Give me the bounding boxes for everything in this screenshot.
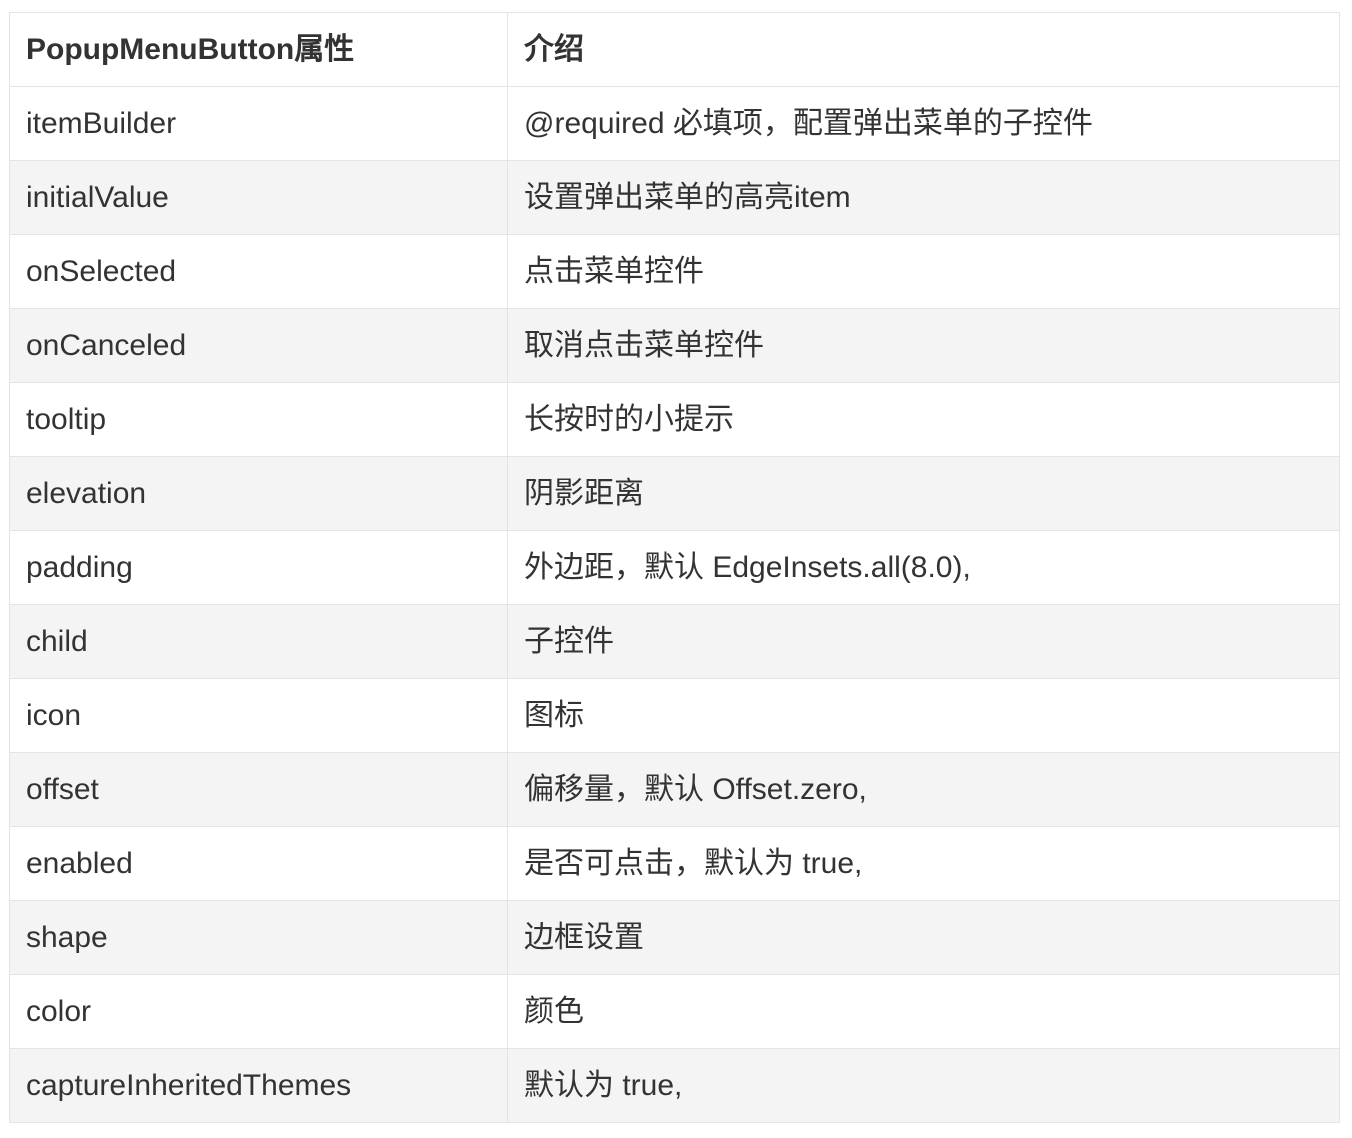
property-description: 长按时的小提示 <box>507 382 1340 457</box>
table-row: icon 图标 <box>9 678 1340 753</box>
property-name: icon <box>9 678 508 753</box>
property-description: 阴影距离 <box>507 456 1340 531</box>
table-row: child 子控件 <box>9 604 1340 679</box>
property-name: shape <box>9 900 508 975</box>
property-description: @required 必填项，配置弹出菜单的子控件 <box>507 86 1340 161</box>
property-name: onCanceled <box>9 308 508 383</box>
property-description: 点击菜单控件 <box>507 234 1340 309</box>
property-name: initialValue <box>9 160 508 235</box>
property-description: 偏移量，默认 Offset.zero, <box>507 752 1340 827</box>
table-row: offset 偏移量，默认 Offset.zero, <box>9 752 1340 827</box>
header-description: 介绍 <box>507 12 1340 87</box>
table-row: elevation 阴影距离 <box>9 456 1340 531</box>
table-row: tooltip 长按时的小提示 <box>9 382 1340 457</box>
table-row: onCanceled 取消点击菜单控件 <box>9 308 1340 383</box>
property-description: 设置弹出菜单的高亮item <box>507 160 1340 235</box>
property-name: tooltip <box>9 382 508 457</box>
table-row: initialValue 设置弹出菜单的高亮item <box>9 160 1340 235</box>
property-description: 默认为 true, <box>507 1048 1340 1123</box>
header-row: PopupMenuButton属性 介绍 <box>9 12 1340 87</box>
property-name: elevation <box>9 456 508 531</box>
properties-table-container: PopupMenuButton属性 介绍 itemBuilder @requir… <box>9 12 1340 1123</box>
table-row: color 颜色 <box>9 974 1340 1049</box>
property-description: 图标 <box>507 678 1340 753</box>
property-name: enabled <box>9 826 508 901</box>
property-name: onSelected <box>9 234 508 309</box>
property-description: 子控件 <box>507 604 1340 679</box>
property-name: padding <box>9 530 508 605</box>
table-row: onSelected 点击菜单控件 <box>9 234 1340 309</box>
table-row: padding 外边距，默认 EdgeInsets.all(8.0), <box>9 530 1340 605</box>
properties-table: PopupMenuButton属性 介绍 itemBuilder @requir… <box>9 12 1340 1123</box>
property-name: child <box>9 604 508 679</box>
property-description: 外边距，默认 EdgeInsets.all(8.0), <box>507 530 1340 605</box>
table-row: shape 边框设置 <box>9 900 1340 975</box>
property-name: itemBuilder <box>9 86 508 161</box>
property-name: captureInheritedThemes <box>9 1048 508 1123</box>
table-row: enabled 是否可点击，默认为 true, <box>9 826 1340 901</box>
property-description: 取消点击菜单控件 <box>507 308 1340 383</box>
table-row: captureInheritedThemes 默认为 true, <box>9 1048 1340 1123</box>
property-name: offset <box>9 752 508 827</box>
property-description: 边框设置 <box>507 900 1340 975</box>
header-property: PopupMenuButton属性 <box>9 12 508 87</box>
table-row: itemBuilder @required 必填项，配置弹出菜单的子控件 <box>9 86 1340 161</box>
property-description: 是否可点击，默认为 true, <box>507 826 1340 901</box>
property-description: 颜色 <box>507 974 1340 1049</box>
property-name: color <box>9 974 508 1049</box>
table-body: itemBuilder @required 必填项，配置弹出菜单的子控件 ini… <box>9 86 1340 1123</box>
table-header: PopupMenuButton属性 介绍 <box>9 12 1340 87</box>
